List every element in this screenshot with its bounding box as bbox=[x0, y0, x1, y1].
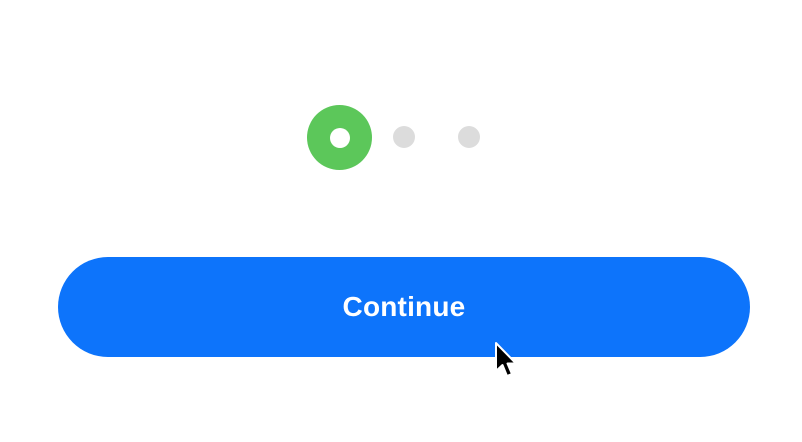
step-indicator-1-active bbox=[307, 105, 372, 170]
continue-button[interactable]: Continue bbox=[58, 257, 750, 357]
step-indicator-3 bbox=[458, 126, 480, 148]
progress-stepper bbox=[0, 0, 802, 442]
step-indicator-2 bbox=[393, 126, 415, 148]
onboarding-screen: Continue bbox=[0, 0, 802, 442]
step-indicator-1-center bbox=[329, 127, 350, 148]
